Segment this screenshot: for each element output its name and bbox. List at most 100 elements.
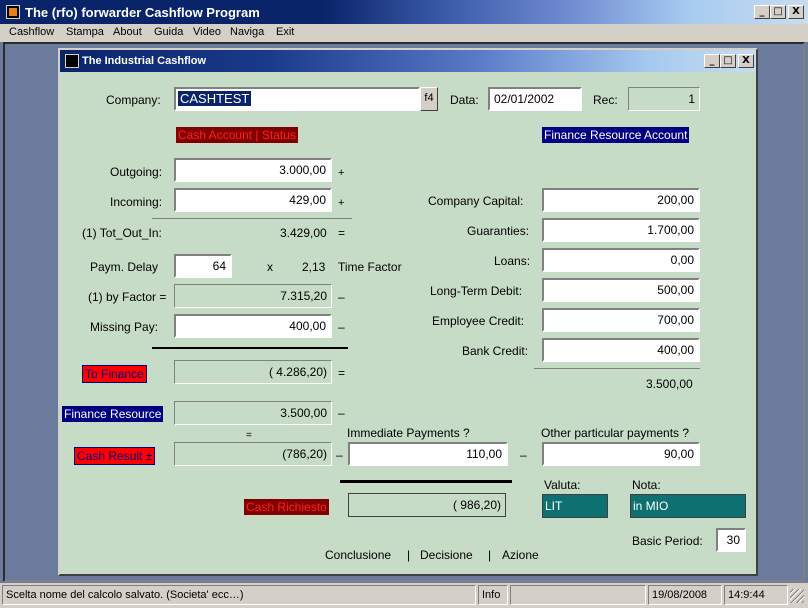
bank-credit-label: Bank Credit: [462,344,529,358]
cash-result-minus: – [336,448,343,462]
paym-delay-label: Paym. Delay [90,260,159,274]
to-finance-equals: = [338,366,346,380]
status-message: Scelta nome del calcolo salvato. (Societ… [2,585,476,605]
app-icon[interactable] [6,5,20,19]
menu-bar: Cashflow Stampa About Guida Video Naviga… [0,24,808,42]
child-close-button[interactable]: X [738,54,754,68]
by-factor-minus: – [338,290,345,304]
valuta-label: Valuta: [544,478,581,492]
maximize-button[interactable]: □ [770,5,786,19]
incoming-plus: + [338,197,345,209]
child-maximize-button[interactable]: □ [720,54,736,68]
company-label: Company: [106,93,161,107]
paym-delay-field[interactable]: 64 [174,254,232,278]
cash-result-equals: = [246,430,252,441]
status-bar: Scelta nome del calcolo salvato. (Societ… [0,583,808,608]
resize-grip-icon[interactable] [790,589,804,603]
date-field[interactable]: 02/01/2002 [488,87,582,111]
resources-total: 3.500,00 [646,377,693,391]
company-capital-field[interactable]: 200,00 [542,188,700,212]
other-payments-field[interactable]: 90,00 [542,442,700,466]
menu-stampa[interactable]: Stampa [66,26,104,38]
to-finance-label: To Finance [82,365,147,383]
menu-guida[interactable]: Guida [154,26,183,38]
status-empty-pane [510,585,646,605]
to-finance-value: ( 4.286,20) [174,360,332,384]
child-app-icon[interactable] [65,54,79,68]
subtotal-divider [152,218,352,219]
cash-result-label: Cash Result ± [74,447,156,465]
f4-lookup-button[interactable]: f4 [420,87,438,111]
child-title-bar[interactable]: The Industrial Cashflow _ □ X [60,50,756,72]
missing-pay-field[interactable]: 400,00 [174,314,332,338]
menu-cashflow[interactable]: Cashflow [9,26,54,38]
status-date: 19/08/2008 [648,585,722,605]
immediate-minus: – [520,448,527,462]
finance-resource-value: 3.500,00 [174,401,332,425]
finance-resource-minus: – [338,406,345,420]
industrial-cashflow-window: The Industrial Cashflow _ □ X Company: C… [58,48,758,576]
cash-result-value: (786,20) [174,442,332,466]
finance-resource-label: Finance Resource [62,406,164,422]
missing-pay-minus: – [338,320,345,334]
long-term-debit-label: Long-Term Debit: [430,284,523,298]
to-finance-divider [152,347,348,349]
incoming-label: Incoming: [110,195,163,209]
cash-richiesto-value: ( 986,20) [348,493,506,517]
employee-credit-field[interactable]: 700,00 [542,308,700,332]
app-title-bar[interactable]: The (rfo) forwarder Cashflow Program _ □… [0,0,808,24]
rec-value: 1 [628,87,700,111]
data-label: Data: [450,93,479,107]
nav-separator: | [407,548,411,562]
other-payments-label: Other particular payments ? [541,426,690,440]
outgoing-plus: + [338,167,345,179]
company-field[interactable]: CASHTEST [174,87,420,111]
missing-pay-label: Missing Pay: [90,320,159,334]
long-term-debit-field[interactable]: 500,00 [542,278,700,302]
menu-video[interactable]: Video [193,26,221,38]
menu-naviga[interactable]: Naviga [230,26,264,38]
finance-resource-header: Finance Resource Account [542,127,690,143]
rec-label: Rec: [593,93,618,107]
loans-field[interactable]: 0,00 [542,248,700,272]
close-button[interactable]: X [788,5,804,19]
basic-period-label: Basic Period: [632,534,703,548]
valuta-field[interactable]: LIT [542,494,608,518]
nav-azione-link[interactable]: Azione [502,548,539,562]
status-info: Info [478,585,508,605]
basic-period-field[interactable]: 30 [716,528,746,552]
menu-about[interactable]: About [113,26,142,38]
times-sign: x [267,260,273,274]
tot-out-in-label: (1) Tot_Out_In: [82,226,162,240]
nav-decisione-link[interactable]: Decisione [420,548,473,562]
by-factor-label: (1) by Factor = [88,290,167,304]
tot-equals: = [338,226,346,240]
nota-field[interactable]: in MIO [630,494,746,518]
guaranties-label: Guaranties: [467,224,530,238]
time-factor-label: Time Factor [338,260,402,274]
minimize-button[interactable]: _ [754,5,770,19]
child-minimize-button[interactable]: _ [704,54,720,68]
company-value: CASHTEST [178,91,252,106]
immediate-field[interactable]: 110,00 [348,442,508,466]
tot-out-in-value: 3.429,00 [280,226,327,240]
child-title: The Industrial Cashflow [82,55,207,67]
immediate-label: Immediate Payments ? [347,426,470,440]
bank-credit-field[interactable]: 400,00 [542,338,700,362]
outgoing-label: Outgoing: [110,165,163,179]
nota-label: Nota: [632,478,661,492]
loans-label: Loans: [494,254,531,268]
cash-account-header: Cash Account | Status [176,127,298,143]
app-title: The (rfo) forwarder Cashflow Program [25,5,260,20]
menu-exit[interactable]: Exit [276,26,294,38]
cash-richiesto-label: Cash Richiesto [244,499,329,515]
nav-separator: | [488,548,492,562]
factor-value: 2,13 [302,260,326,274]
by-factor-value: 7.315,20 [174,284,332,308]
company-capital-label: Company Capital: [428,194,524,208]
nav-conclusione-link[interactable]: Conclusione [325,548,391,562]
incoming-field[interactable]: 429,00 [174,188,332,212]
richiesto-divider [340,480,512,483]
guaranties-field[interactable]: 1.700,00 [542,218,700,242]
outgoing-field[interactable]: 3.000,00 [174,158,332,182]
